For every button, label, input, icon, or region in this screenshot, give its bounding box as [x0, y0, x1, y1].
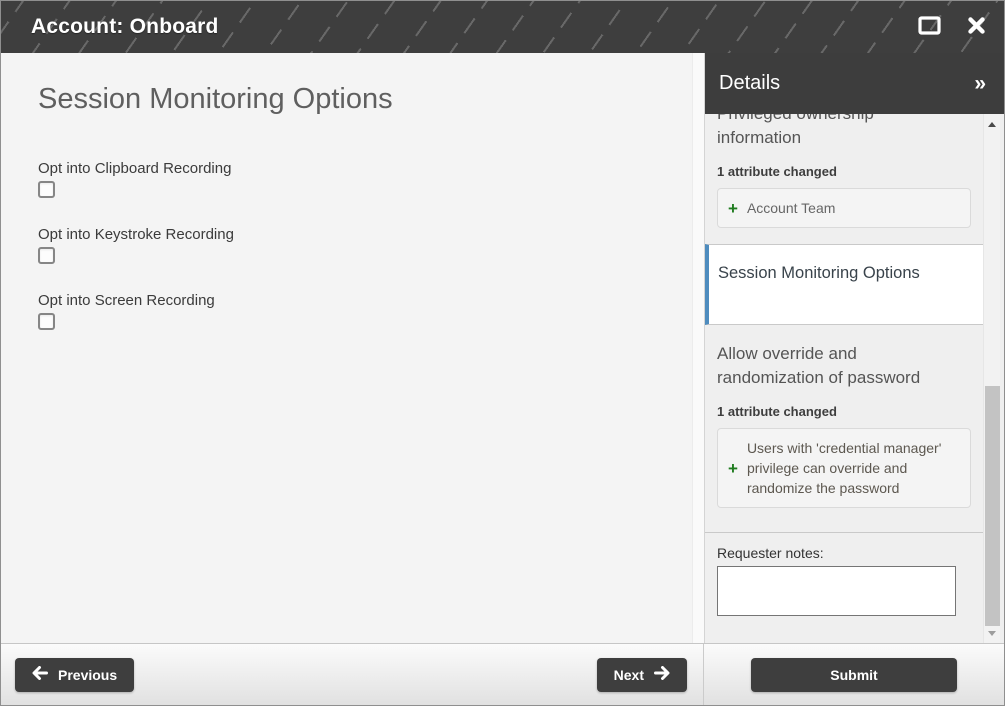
keystroke-recording-checkbox[interactable]	[38, 247, 55, 264]
previous-button[interactable]: Previous	[15, 658, 134, 692]
scrollbar-down-button[interactable]	[984, 625, 1000, 641]
change-item-text: Account Team	[747, 198, 835, 218]
close-icon	[967, 16, 986, 38]
clipboard-recording-field: Opt into Clipboard Recording	[38, 160, 692, 198]
change-item-credential-manager: + Users with 'credential manager' privil…	[717, 428, 971, 508]
change-item-account-team: + Account Team	[717, 188, 971, 228]
footer: Previous Next Submit	[1, 643, 1004, 705]
keystroke-recording-label: Opt into Keystroke Recording	[38, 226, 692, 243]
active-section-heading: Session Monitoring Options	[718, 264, 971, 283]
clipboard-recording-label: Opt into Clipboard Recording	[38, 160, 692, 177]
scrollbar-up-button[interactable]	[984, 116, 1000, 132]
plus-icon: +	[728, 200, 738, 217]
submit-button[interactable]: Submit	[751, 658, 957, 692]
change-item-text: Users with 'credential manager' privileg…	[747, 438, 960, 498]
clipboard-recording-checkbox[interactable]	[38, 181, 55, 198]
sidebar-scrollbar[interactable]	[983, 114, 1000, 643]
section-heading: Allow override and randomization of pass…	[717, 342, 941, 390]
attributes-changed-note: 1 attribute changed	[717, 164, 971, 179]
requester-notes-section: Requester notes:	[705, 532, 983, 621]
maximize-icon	[918, 16, 941, 38]
screen-recording-checkbox[interactable]	[38, 313, 55, 330]
window-controls	[918, 16, 986, 38]
titlebar: Account: Onboard	[1, 1, 1004, 53]
attributes-changed-note: 1 attribute changed	[717, 404, 971, 419]
previous-button-label: Previous	[58, 667, 117, 683]
arrow-right-icon	[654, 666, 670, 683]
page-title: Session Monitoring Options	[38, 83, 692, 116]
details-scroll-area: Privileged ownership information 1 attri…	[705, 114, 1004, 643]
collapse-panel-button[interactable]: »	[974, 73, 986, 94]
details-content: Privileged ownership information 1 attri…	[705, 114, 983, 643]
next-button-label: Next	[614, 667, 644, 683]
account-onboard-window: Account: Onboard Session Monitoring Opti…	[0, 0, 1005, 706]
scrollbar-thumb[interactable]	[985, 386, 1000, 626]
footer-sidebar: Submit	[704, 644, 1004, 705]
section-session-monitoring-active[interactable]: Session Monitoring Options	[705, 244, 983, 325]
maximize-button[interactable]	[918, 16, 941, 38]
details-title: Details	[719, 72, 780, 95]
triangle-down-icon	[988, 631, 996, 636]
plus-icon: +	[728, 460, 738, 477]
chevron-right-double-icon: »	[974, 72, 986, 95]
screen-recording-label: Opt into Screen Recording	[38, 292, 692, 309]
triangle-up-icon	[988, 122, 996, 127]
main-panel: Session Monitoring Options Opt into Clip…	[1, 53, 704, 643]
main-content: Session Monitoring Options Opt into Clip…	[1, 53, 692, 643]
requester-notes-input[interactable]	[717, 566, 956, 616]
main-scrollbar-track[interactable]	[692, 53, 704, 643]
window-title: Account: Onboard	[31, 15, 219, 39]
close-button[interactable]	[967, 16, 986, 38]
arrow-left-icon	[32, 666, 48, 683]
screen-recording-field: Opt into Screen Recording	[38, 292, 692, 330]
window-body: Session Monitoring Options Opt into Clip…	[1, 53, 1004, 643]
keystroke-recording-field: Opt into Keystroke Recording	[38, 226, 692, 264]
details-header: Details »	[705, 53, 1004, 114]
submit-button-label: Submit	[830, 667, 877, 683]
details-sidebar: Details » Privileged ownership informati…	[704, 53, 1004, 643]
section-privileged-ownership: Privileged ownership information 1 attri…	[705, 114, 983, 244]
section-password-override: Allow override and randomization of pass…	[705, 325, 983, 532]
section-heading: Privileged ownership information	[717, 114, 941, 150]
requester-notes-label: Requester notes:	[717, 545, 971, 561]
next-button[interactable]: Next	[597, 658, 687, 692]
footer-main: Previous Next	[1, 644, 704, 705]
